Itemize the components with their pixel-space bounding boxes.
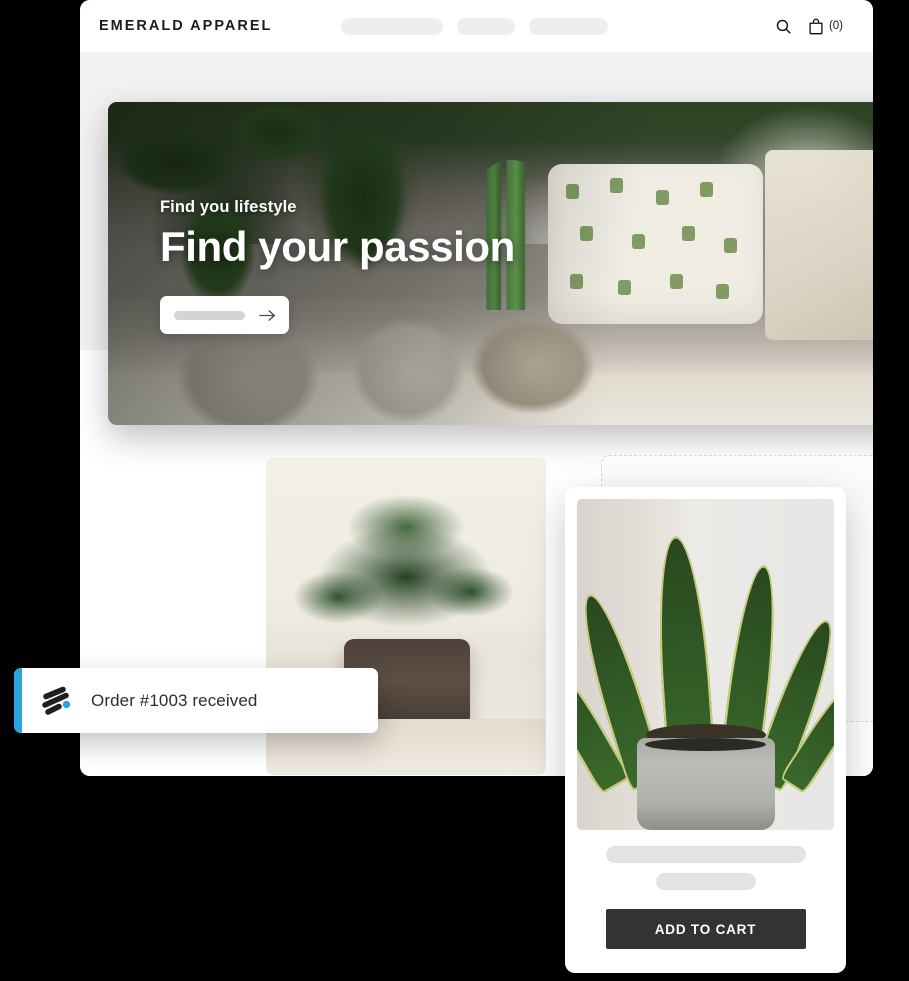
product-title-placeholder: [605, 846, 806, 863]
product-subtitle-placeholder: [655, 873, 756, 890]
product-text-placeholders: [577, 846, 834, 890]
site-header: EMERALD APPAREL (0): [80, 0, 873, 52]
add-to-cart-button[interactable]: ADD TO CART: [605, 909, 806, 949]
header-actions: (0): [775, 18, 843, 35]
hero-eyebrow: Find you lifestyle: [160, 198, 297, 216]
plant-pot-decor: [636, 738, 775, 830]
hero-headline: Find your passion: [160, 223, 515, 270]
nav-item-placeholder-3[interactable]: [529, 17, 609, 35]
nav-item-placeholder-1[interactable]: [341, 17, 444, 35]
nav-menu: [341, 17, 609, 35]
product-image[interactable]: [577, 499, 834, 830]
hero-banner: Find you lifestyle Find your passion: [108, 102, 873, 425]
brand-logo-text[interactable]: EMERALD APPAREL: [99, 18, 272, 34]
shopping-bag-icon: [808, 18, 824, 35]
hero-search-placeholder: [174, 310, 245, 320]
hero-search-button[interactable]: [160, 296, 289, 335]
hero-content: Find you lifestyle Find your passion: [160, 198, 515, 335]
toast-message: Order #1003 received: [91, 690, 258, 710]
arrow-right-icon: [259, 309, 276, 322]
nav-item-placeholder-2[interactable]: [457, 17, 516, 35]
app-logo-icon: [39, 684, 73, 718]
cart-button[interactable]: (0): [808, 18, 843, 35]
search-icon[interactable]: [775, 18, 792, 35]
order-notification-toast[interactable]: Order #1003 received: [14, 668, 378, 733]
toast-accent-bar: [14, 668, 22, 733]
cart-count-label: (0): [828, 20, 843, 32]
product-detail-card: ADD TO CART: [565, 487, 846, 973]
